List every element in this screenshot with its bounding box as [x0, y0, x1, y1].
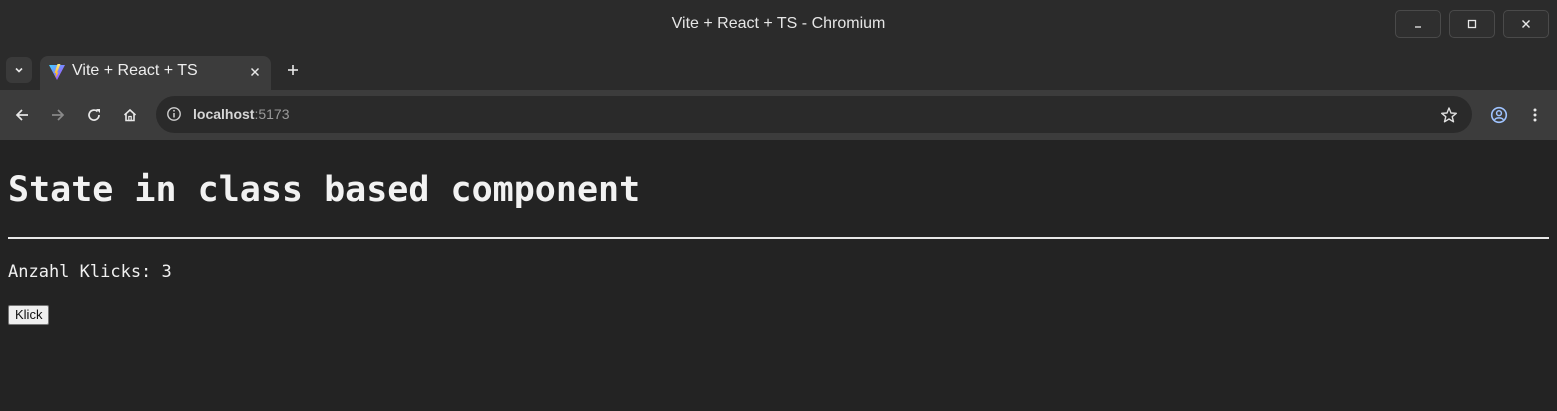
maximize-button[interactable] — [1449, 10, 1495, 38]
browser-menu-button[interactable] — [1523, 103, 1547, 127]
new-tab-button[interactable] — [282, 59, 304, 81]
window-title: Vite + React + TS - Chromium — [671, 15, 886, 32]
window-titlebar: Vite + React + TS - Chromium — [0, 0, 1557, 50]
minimize-icon — [1415, 26, 1421, 28]
arrow-right-icon — [52, 109, 65, 121]
home-button[interactable] — [118, 103, 142, 127]
vite-logo-icon — [49, 64, 65, 80]
arrow-left-icon — [15, 109, 28, 121]
reload-button[interactable] — [82, 103, 106, 127]
plus-icon — [288, 65, 298, 75]
horizontal-divider — [8, 237, 1549, 239]
profile-button[interactable] — [1487, 103, 1511, 127]
url-host: localhost — [193, 106, 255, 122]
maximize-icon — [1467, 19, 1477, 29]
tab-close-button[interactable] — [247, 64, 263, 80]
kebab-menu-icon — [1533, 108, 1537, 122]
counter-label: Anzahl Klicks: — [8, 262, 162, 282]
info-icon[interactable] — [166, 106, 182, 122]
browser-toolbar: localhost:5173 — [0, 90, 1557, 140]
close-icon — [250, 67, 260, 77]
counter-value: 3 — [161, 262, 172, 282]
close-window-button[interactable] — [1503, 10, 1549, 38]
page-title: State in class based component — [8, 170, 641, 210]
page-content: State in class based component Anzahl Kl… — [0, 140, 1557, 411]
profile-icon — [1490, 106, 1508, 124]
url-port: :5173 — [254, 106, 290, 122]
click-counter: Anzahl Klicks: 3 — [8, 262, 172, 282]
back-button[interactable] — [10, 103, 34, 127]
reload-icon — [88, 109, 100, 121]
tab-vite-react-ts[interactable]: Vite + React + TS — [40, 56, 271, 90]
tab-search-button[interactable] — [6, 57, 32, 83]
chevron-down-icon — [15, 67, 23, 73]
url-text: localhost:5173 — [193, 106, 290, 122]
home-icon — [123, 108, 137, 122]
forward-button[interactable] — [46, 103, 70, 127]
close-icon — [1522, 20, 1530, 28]
tab-strip: Vite + React + TS — [0, 50, 1557, 90]
star-icon[interactable] — [1440, 106, 1458, 124]
address-bar[interactable]: localhost:5173 — [156, 96, 1472, 133]
klick-button[interactable]: Klick — [8, 305, 50, 325]
tab-label: Vite + React + TS — [72, 62, 198, 79]
minimize-button[interactable] — [1395, 10, 1441, 38]
